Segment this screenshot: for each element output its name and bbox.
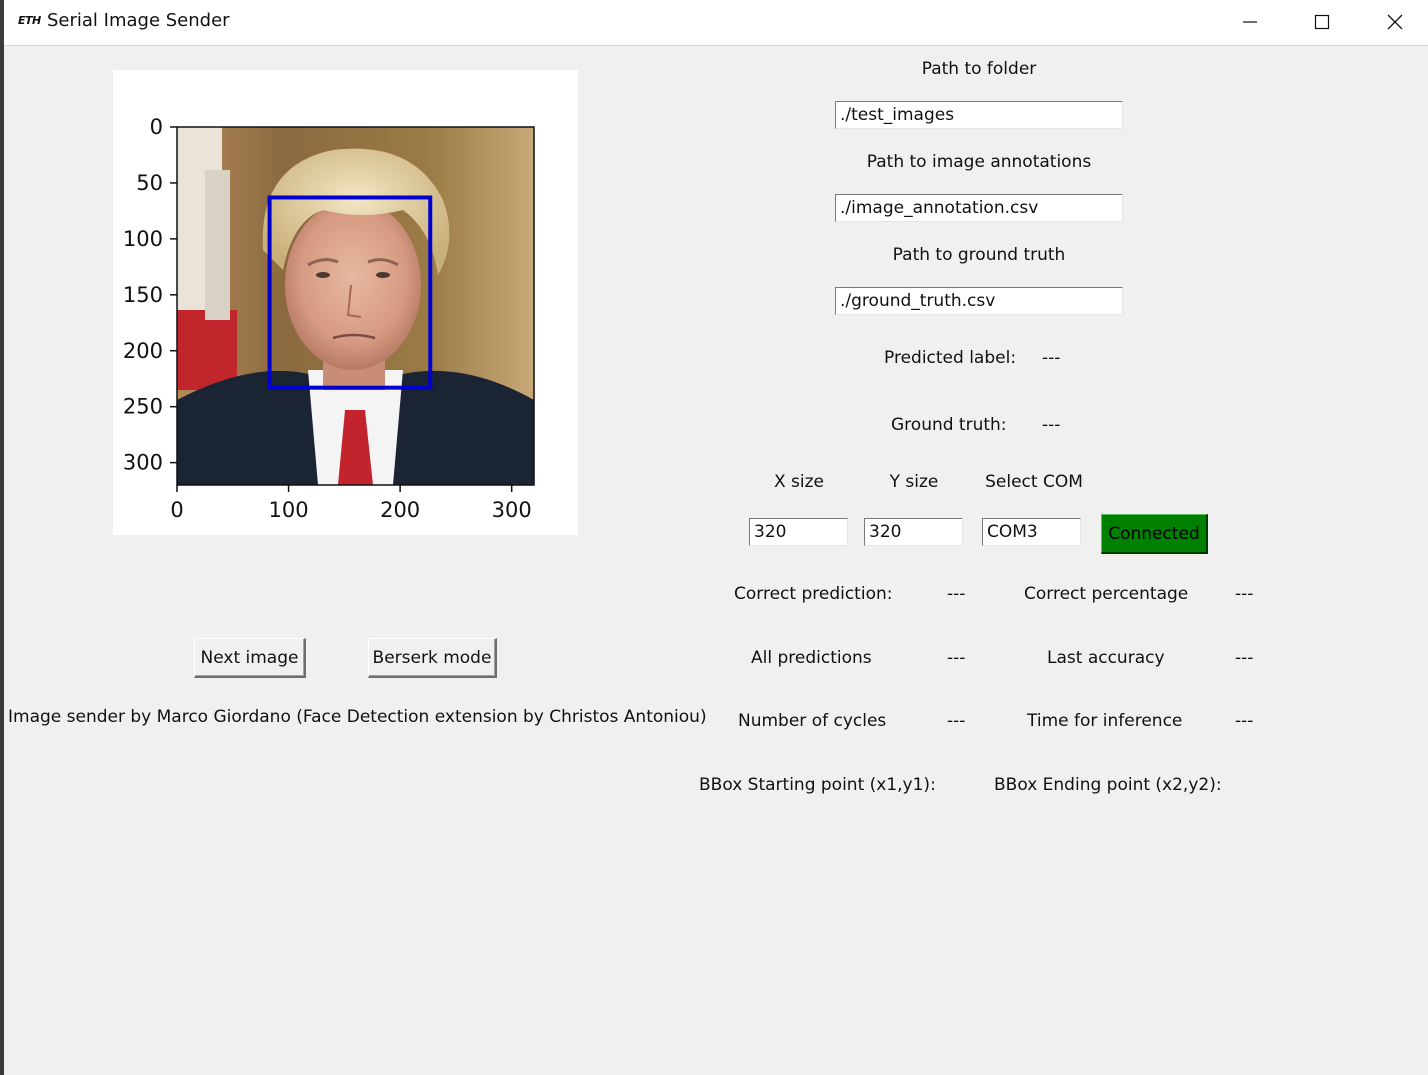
y-size-input[interactable] [864,518,963,546]
last-accuracy-value: --- [1235,648,1254,668]
x-axis: 0 100 200 300 [170,485,532,522]
annotations-path-input[interactable] [835,194,1123,222]
all-predictions-label: All predictions [751,648,872,668]
ground-truth-label: Ground truth: [891,415,1007,435]
window-title: Serial Image Sender [47,10,230,31]
image-plot: 0 50 100 150 200 250 300 0 100 200 300 [123,115,535,522]
correct-prediction-value: --- [947,584,966,604]
ground-truth-path-input[interactable] [835,287,1123,315]
ground-truth-value: --- [1042,415,1061,435]
close-icon [1387,14,1403,30]
y-tick-label: 300 [123,451,163,475]
y-tick-label: 150 [123,283,163,307]
com-port-input[interactable] [982,518,1081,546]
bbox-end-label: BBox Ending point (x2,y2): [994,775,1222,795]
correct-prediction-label: Correct prediction: [734,584,893,604]
last-accuracy-label: Last accuracy [1047,648,1165,668]
minimize-button[interactable] [1215,0,1285,44]
berserk-mode-button[interactable]: Berserk mode [368,638,497,678]
x-size-input[interactable] [749,518,848,546]
y-size-label: Y size [889,472,939,492]
close-button[interactable] [1360,0,1428,44]
y-axis: 0 50 100 150 200 250 300 [123,115,177,475]
maximize-button[interactable] [1287,0,1357,44]
ground-truth-path-label: Path to ground truth [892,245,1066,265]
y-tick-label: 0 [150,115,163,139]
annotations-path-label: Path to image annotations [866,152,1092,172]
number-of-cycles-label: Number of cycles [738,711,887,731]
image-plot-panel: 0 50 100 150 200 250 300 0 100 200 300 [113,70,578,535]
x-tick-label: 300 [492,498,532,522]
all-predictions-value: --- [947,648,966,668]
credits-text: Image sender by Marco Giordano (Face Det… [8,707,707,727]
folder-path-label: Path to folder [921,59,1037,79]
select-com-label: Select COM [985,472,1083,492]
title-bar: ETH Serial Image Sender [4,0,1428,46]
correct-percentage-label: Correct percentage [1024,584,1189,604]
x-tick-label: 100 [269,498,309,522]
time-for-inference-label: Time for inference [1027,711,1183,731]
maximize-icon [1314,14,1330,30]
y-tick-label: 50 [136,171,163,195]
x-size-label: X size [773,472,824,492]
x-tick-label: 200 [380,498,420,522]
face-photo [177,127,534,485]
minimize-icon [1243,21,1257,23]
x-tick-label: 0 [170,498,183,522]
predicted-label-value: --- [1042,348,1061,368]
predicted-label-label: Predicted label: [884,348,1017,368]
y-tick-label: 250 [123,395,163,419]
number-of-cycles-value: --- [947,711,966,731]
folder-path-input[interactable] [835,101,1123,129]
connect-button[interactable]: Connected [1101,514,1208,554]
bbox-start-label: BBox Starting point (x1,y1): [699,775,936,795]
eth-logo-icon: ETH [18,14,41,27]
correct-percentage-value: --- [1235,584,1254,604]
y-tick-label: 100 [123,227,163,251]
app-window: ETH Serial Image Sender 0 50 100 150 200… [0,0,1428,1075]
y-tick-label: 200 [123,339,163,363]
next-image-button[interactable]: Next image [194,638,306,678]
time-for-inference-value: --- [1235,711,1254,731]
